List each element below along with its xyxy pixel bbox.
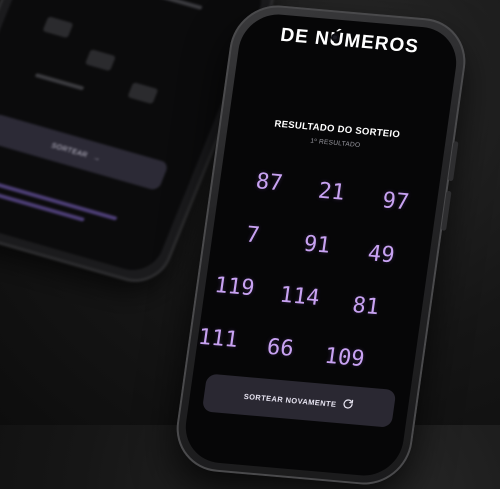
arrow-right-icon: → xyxy=(92,153,102,163)
redraw-button[interactable]: SORTEAR NOVAMENTE xyxy=(201,373,397,428)
drawn-number: 81 xyxy=(350,293,381,321)
background-draw-button: SORTEAR → xyxy=(0,113,170,192)
volume-up-button xyxy=(448,141,459,182)
blurred-input-box xyxy=(127,82,159,105)
drawn-number: 21 xyxy=(316,178,347,206)
drawn-number: 91 xyxy=(302,231,332,259)
drawn-number: 7 xyxy=(244,222,262,249)
blurred-input-box xyxy=(42,16,74,39)
redraw-button-label: SORTEAR NOVAMENTE xyxy=(243,391,338,409)
blurred-input-box xyxy=(84,49,116,72)
drawn-number: 66 xyxy=(265,334,296,362)
drawn-number: 114 xyxy=(278,282,322,311)
drawn-number: 109 xyxy=(322,343,366,373)
volume-down-button xyxy=(441,190,452,231)
background-draw-button-label: SORTEAR xyxy=(50,141,89,159)
drawn-number: 97 xyxy=(380,188,411,216)
refresh-icon xyxy=(341,398,355,413)
drawn-number: 49 xyxy=(366,241,397,269)
blurred-text-line xyxy=(143,0,203,11)
blurred-text-line xyxy=(34,73,85,91)
page-title: DE NÚMEROS xyxy=(279,24,421,58)
drawn-number: 119 xyxy=(212,272,256,302)
